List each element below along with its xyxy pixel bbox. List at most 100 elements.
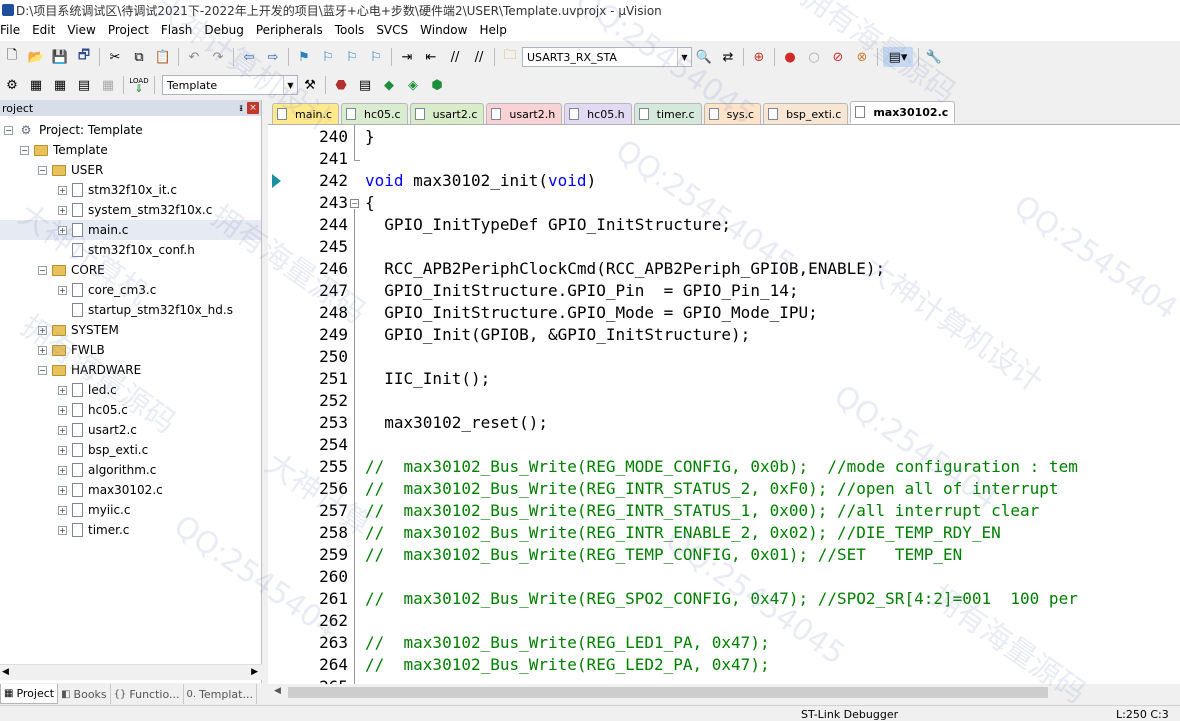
editor-horizontal-scrollbar[interactable]: ◀ [268, 684, 1180, 702]
code-line[interactable]: // max30102_Bus_Write(REG_INTR_ENABLE_2,… [365, 522, 1001, 544]
scroll-left-icon[interactable]: ◀ [274, 686, 281, 696]
comment-icon[interactable]: // [445, 47, 465, 67]
expand-icon[interactable]: + [38, 325, 47, 335]
file-extensions-icon[interactable]: ▤ [355, 75, 375, 95]
target-options-icon[interactable]: ⚒ [300, 75, 320, 95]
tree-item[interactable]: − ⚙ Project: Template [4, 120, 143, 140]
replace-icon[interactable]: ⇄ [718, 47, 738, 67]
tree-item[interactable]: + usart2.c [58, 420, 137, 440]
kill-breakpoints-icon[interactable]: ⊗ [852, 47, 872, 67]
disable-breakpoints-icon[interactable]: ⊘ [828, 47, 848, 67]
tree-item[interactable]: + SYSTEM [38, 320, 119, 340]
collapse-icon[interactable]: − [38, 265, 47, 275]
editor-tab-hc05-h[interactable]: hc05.h [564, 103, 632, 124]
configure-icon[interactable]: 🔧 [924, 47, 944, 67]
menu-tools[interactable]: Tools [329, 20, 371, 41]
panel-tab-functio[interactable]: {} Functio... [111, 684, 184, 704]
code-line[interactable]: { [365, 192, 375, 214]
menu-flash[interactable]: Flash [155, 20, 198, 41]
clear-bookmarks-icon[interactable]: ⚐ [366, 47, 386, 67]
panel-tab-project[interactable]: ▦ Project [0, 684, 59, 704]
code-line[interactable]: // max30102_Bus_Write(REG_LED1_PA, 0x47)… [365, 632, 770, 654]
menu-debug[interactable]: Debug [198, 20, 249, 41]
paste-icon[interactable]: 📋 [153, 47, 173, 67]
window-layout-icon[interactable]: ▤▾ [883, 47, 913, 67]
menu-view[interactable]: View [61, 20, 101, 41]
insert-breakpoint-icon[interactable]: ● [780, 47, 800, 67]
expand-icon[interactable]: + [58, 505, 67, 515]
tree-item[interactable]: + main.c [0, 220, 261, 240]
scroll-right-icon[interactable]: ▶ [251, 667, 258, 677]
tree-item[interactable]: + stm32f10x_it.c [58, 180, 177, 200]
build-icon[interactable]: ▦ [26, 75, 46, 95]
redo-icon[interactable]: ↷ [208, 47, 228, 67]
menu-file[interactable]: File [0, 20, 26, 41]
menu-project[interactable]: Project [102, 20, 155, 41]
tree-item[interactable]: + bsp_exti.c [58, 440, 148, 460]
expand-icon[interactable]: + [58, 225, 67, 235]
menu-svcs[interactable]: SVCS [370, 20, 414, 41]
tree-item[interactable]: + timer.c [58, 520, 129, 540]
uncomment-icon[interactable]: // [469, 47, 489, 67]
editor-tab-usart2-c[interactable]: usart2.c [409, 103, 485, 124]
panel-tab-books[interactable]: ◧ Books [58, 684, 111, 704]
rebuild-icon[interactable]: ▦ [50, 75, 70, 95]
code-line[interactable]: // max30102_Bus_Write(REG_SPO2_CONFIG, 0… [365, 588, 1078, 610]
code-line[interactable]: GPIO_InitStructure.GPIO_Mode = GPIO_Mode… [365, 302, 817, 324]
navigate-back-icon[interactable]: ⇦ [239, 47, 259, 67]
editor-tab-max30102-c[interactable]: max30102.c [850, 101, 956, 124]
expand-icon[interactable]: + [58, 525, 67, 535]
editor-tab-timer-c[interactable]: timer.c [633, 103, 702, 124]
code-line[interactable]: GPIO_Init(GPIOB, &GPIO_InitStructure); [365, 324, 750, 346]
target-combo[interactable]: Template ▼ [162, 75, 298, 95]
stop-build-icon[interactable]: ▦ [98, 75, 118, 95]
collapse-icon[interactable]: − [38, 165, 47, 175]
unindent-icon[interactable]: ⇤ [421, 47, 441, 67]
tree-item[interactable]: − CORE [38, 260, 105, 280]
tree-item[interactable]: startup_stm32f10x_hd.s [58, 300, 233, 320]
code-line[interactable]: max30102_reset(); [365, 412, 548, 434]
editor-tab-hc05-c[interactable]: hc05.c [341, 103, 408, 124]
prev-bookmark-icon[interactable]: ⚐ [318, 47, 338, 67]
scroll-left-icon[interactable]: ◀ [2, 667, 9, 677]
copy-icon[interactable]: ⧉ [129, 47, 149, 67]
editor-tab-main-c[interactable]: main.c [272, 103, 340, 124]
save-all-icon[interactable]: 🗗 [74, 47, 94, 67]
tree-item[interactable]: − USER [38, 160, 103, 180]
menu-help[interactable]: Help [473, 20, 512, 41]
tree-item[interactable]: + algorithm.c [58, 460, 156, 480]
tree-item[interactable]: + system_stm32f10x.c [58, 200, 212, 220]
code-line[interactable]: RCC_APB2PeriphClockCmd(RCC_APB2Periph_GP… [365, 258, 885, 280]
find-in-files-icon[interactable]: 🗀 [500, 47, 520, 67]
find-icon[interactable]: 🔍 [694, 47, 714, 67]
bookmark-icon[interactable]: ⚑ [294, 47, 314, 67]
scrollbar-thumb[interactable] [288, 687, 1048, 698]
chevron-down-icon[interactable]: ▼ [283, 76, 297, 94]
tree-item[interactable]: + FWLB [38, 340, 105, 360]
close-icon[interactable]: × [247, 102, 259, 114]
collapse-icon[interactable]: − [4, 125, 13, 135]
tree-item[interactable]: + core_cm3.c [58, 280, 156, 300]
collapse-icon[interactable]: − [38, 365, 47, 375]
tree-item[interactable]: + max30102.c [58, 480, 163, 500]
indent-icon[interactable]: ⇥ [397, 47, 417, 67]
find-combo[interactable]: USART3_RX_STA ▼ [522, 47, 692, 67]
expand-icon[interactable]: + [58, 185, 67, 195]
editor-tab-bsp_exti-c[interactable]: bsp_exti.c [763, 103, 849, 124]
new-file-icon[interactable]: 🗋 [2, 47, 22, 67]
undo-icon[interactable]: ↶ [184, 47, 204, 67]
download-icon[interactable]: LOAD ⇓ [129, 75, 149, 95]
tree-item[interactable]: + myiic.c [58, 500, 130, 520]
menu-peripherals[interactable]: Peripherals [250, 20, 329, 41]
code-line[interactable]: GPIO_InitTypeDef GPIO_InitStructure; [365, 214, 731, 236]
breakpoint-margin[interactable] [268, 125, 282, 684]
tree-item[interactable]: + hc05.c [58, 400, 128, 420]
tree-item[interactable]: stm32f10x_conf.h [58, 240, 195, 260]
manage-project-items-icon[interactable]: ⬣ [331, 75, 351, 95]
expand-icon[interactable]: + [58, 405, 67, 415]
next-bookmark-icon[interactable]: ⚐ [342, 47, 362, 67]
expand-icon[interactable]: + [58, 385, 67, 395]
project-horizontal-scrollbar[interactable]: ◀ ▶ [0, 664, 262, 680]
code-line[interactable]: void max30102_init(void) [365, 170, 596, 192]
code-line[interactable]: // max30102_Bus_Write(REG_INTR_STATUS_1,… [365, 500, 1039, 522]
